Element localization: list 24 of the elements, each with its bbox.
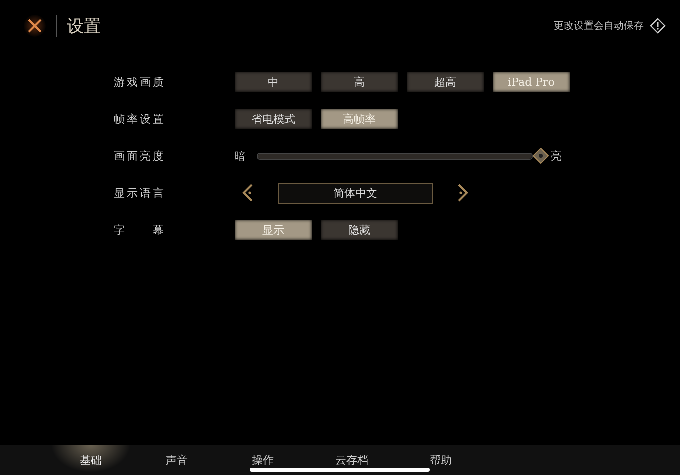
- page-title: 设置: [67, 16, 101, 38]
- option-button[interactable]: 高: [321, 72, 398, 92]
- autosave-notice: 更改设置会自动保存: [554, 20, 644, 33]
- option-button[interactable]: 超高: [407, 72, 484, 92]
- setting-label: 显示语言: [114, 186, 164, 200]
- option-button[interactable]: 隐藏: [321, 220, 398, 240]
- option-button[interactable]: 中: [235, 72, 312, 92]
- tab[interactable]: 操作: [220, 445, 306, 475]
- previous-arrow-icon[interactable]: [241, 184, 255, 202]
- close-button[interactable]: [24, 15, 46, 37]
- setting-label: 字 幕: [114, 222, 164, 238]
- tab[interactable]: 声音: [134, 445, 220, 475]
- option-button[interactable]: 省电模式: [235, 109, 312, 129]
- tab[interactable]: 云存档: [306, 445, 398, 475]
- language-value: 简体中文: [278, 182, 433, 204]
- next-arrow-icon[interactable]: [456, 184, 470, 202]
- setting-label: 帧率设置: [114, 112, 164, 126]
- slider-min-label: 暗: [235, 148, 246, 164]
- setting-label: 画面亮度: [114, 148, 164, 164]
- warning-icon: [650, 18, 666, 34]
- slider-thumb[interactable]: [533, 148, 549, 164]
- tab[interactable]: 帮助: [398, 445, 484, 475]
- setting-label: 游戏画质: [114, 74, 164, 90]
- slider-max-label: 亮: [551, 148, 562, 164]
